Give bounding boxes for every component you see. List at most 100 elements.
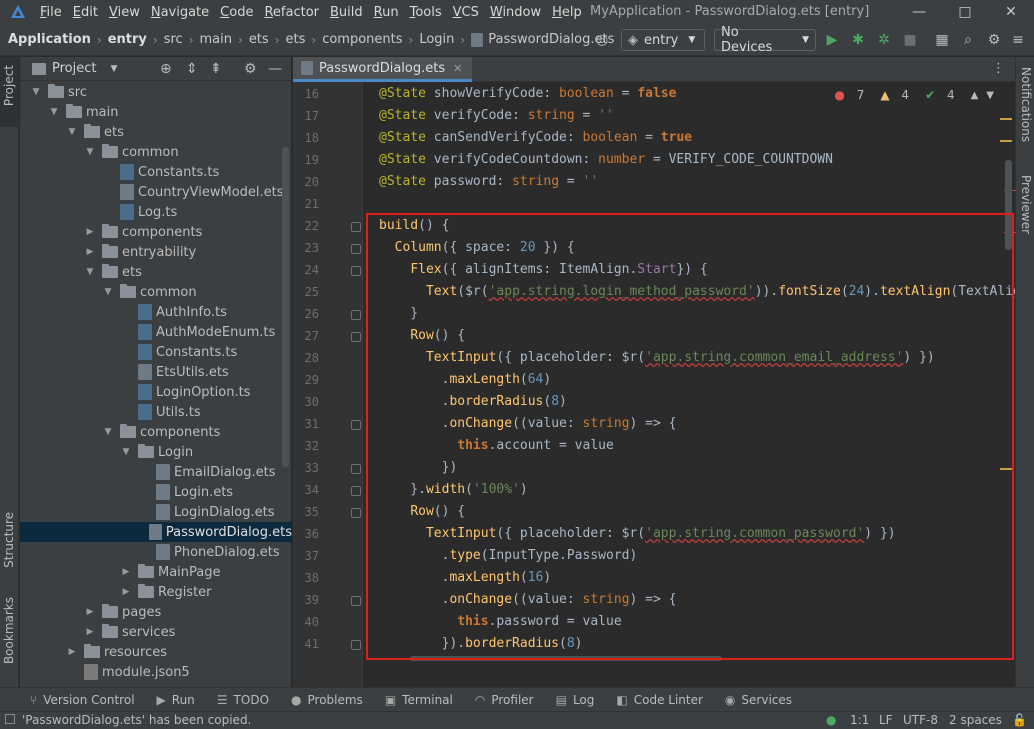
tree-folder[interactable]: ▼ ets [20, 122, 292, 142]
device-select[interactable]: No Devices ▼ [714, 25, 816, 55]
tree-file[interactable]: Login.ets [20, 482, 292, 502]
expand-all-icon[interactable]: ⇕ [186, 61, 198, 77]
menu-tools[interactable]: Tools [410, 5, 442, 20]
tree-folder[interactable]: ▼ Login [20, 442, 292, 462]
fold-toggle-icon[interactable] [351, 640, 361, 650]
chevron-right-icon[interactable]: ▶ [84, 247, 96, 257]
tree-folder[interactable]: ▼ main [20, 102, 292, 122]
code-line[interactable]: @State showVerifyCode: boolean = false [379, 83, 676, 105]
search-icon[interactable]: ⌕ [960, 32, 976, 48]
chevron-down-icon[interactable]: ▼ [48, 107, 60, 117]
tree-file[interactable]: CountryViewModel.ets [20, 182, 292, 202]
menu-run[interactable]: Run [374, 5, 399, 20]
tree-file[interactable]: LoginOption.ts [20, 382, 292, 402]
tree-file[interactable]: Constants.ts [20, 162, 292, 182]
code-line[interactable]: @State verifyCode: string = '' [379, 105, 614, 127]
chevron-down-icon[interactable]: ▼ [986, 90, 994, 101]
tree-file[interactable]: LoginDialog.ets [20, 502, 292, 522]
chevron-down-icon[interactable]: ▼ [84, 267, 96, 277]
tree-folder[interactable]: ▼ components [20, 422, 292, 442]
hamburger-icon[interactable]: ≡ [1010, 32, 1026, 48]
chevron-down-icon[interactable]: ▼ [110, 64, 117, 74]
fold-toggle-icon[interactable] [351, 332, 361, 342]
chevron-down-icon[interactable]: ▼ [30, 87, 42, 97]
tree-scrollbar[interactable] [282, 147, 289, 467]
tree-folder[interactable]: ▶ pages [20, 602, 292, 622]
gear-icon[interactable]: ⚙ [244, 61, 257, 77]
tool-window-terminal[interactable]: ▣ Terminal [385, 693, 453, 707]
tool-window-problems[interactable]: ● Problems [291, 693, 363, 707]
menu-view[interactable]: View [109, 5, 140, 20]
tool-window-services[interactable]: ◉ Services [725, 693, 792, 707]
code-line[interactable]: @State verifyCodeCountdown: number = VER… [379, 149, 833, 171]
tree-file[interactable]: EtsUtils.ets [20, 362, 292, 382]
tree-file[interactable]: module.json5 [20, 662, 292, 682]
tree-file[interactable]: Constants.ts [20, 342, 292, 362]
bookmarks-tool-tab[interactable]: Bookmarks [2, 597, 16, 664]
fold-toggle-icon[interactable] [351, 596, 361, 606]
chevron-up-icon[interactable]: ▲ [971, 90, 979, 101]
menu-code[interactable]: Code [220, 5, 253, 20]
breadcrumb-item[interactable]: src [164, 32, 183, 47]
tree-folder[interactable]: ▼ src [20, 82, 292, 102]
tool-window-code-linter[interactable]: ◧ Code Linter [616, 693, 703, 707]
chevron-right-icon[interactable]: ▶ [84, 607, 96, 617]
tree-folder[interactable]: ▼ common [20, 282, 292, 302]
tab-password-dialog[interactable]: PasswordDialog.ets ✕ [293, 57, 473, 82]
minimize-icon[interactable]: — [896, 0, 942, 24]
breadcrumb-item[interactable]: Application [8, 32, 91, 47]
fold-toggle-icon[interactable] [351, 508, 361, 518]
breadcrumb-item[interactable]: ets [249, 32, 269, 47]
status-panel-icon[interactable] [5, 714, 15, 724]
tree-file[interactable]: PasswordDialog.ets [20, 522, 292, 542]
menu-refactor[interactable]: Refactor [264, 5, 319, 20]
chevron-down-icon[interactable]: ▼ [102, 287, 114, 297]
cursor-position[interactable]: 1:1 [850, 713, 869, 727]
locate-icon[interactable]: ⊕ [160, 61, 172, 77]
stop-icon[interactable]: ■ [902, 32, 918, 48]
menu-file[interactable]: File [40, 5, 62, 20]
chevron-right-icon[interactable]: ▶ [120, 587, 132, 597]
maximize-icon[interactable]: □ [942, 0, 988, 24]
tool-window-version-control[interactable]: ⑂ Version Control [30, 693, 135, 707]
fold-toggle-icon[interactable] [351, 464, 361, 474]
code-line[interactable]: @State canSendVerifyCode: boolean = true [379, 127, 692, 149]
close-tab-icon[interactable]: ✕ [453, 62, 462, 75]
tree-folder[interactable]: ▶ services [20, 622, 292, 642]
tree-file[interactable]: EmailDialog.ets [20, 462, 292, 482]
chevron-down-icon[interactable]: ▼ [84, 147, 96, 157]
tree-folder[interactable]: ▼ ets [20, 262, 292, 282]
warning-marker[interactable] [1000, 140, 1012, 142]
code-line[interactable]: @State password: string = '' [379, 171, 598, 193]
tool-window-run[interactable]: ▶ Run [157, 693, 195, 707]
breadcrumb-item[interactable]: Login [419, 32, 454, 47]
tool-window-log[interactable]: ▤ Log [556, 693, 595, 707]
status-ok-icon[interactable]: ● [826, 713, 836, 727]
fold-toggle-icon[interactable] [351, 310, 361, 320]
notifications-tool-tab[interactable]: Notifications [1019, 67, 1033, 142]
indent-setting[interactable]: 2 spaces [949, 713, 1002, 727]
project-tool-tab[interactable]: Project [2, 65, 16, 106]
collapse-all-icon[interactable]: ⇞ [210, 61, 222, 77]
menu-window[interactable]: Window [490, 5, 541, 20]
fold-toggle-icon[interactable] [351, 222, 361, 232]
menu-navigate[interactable]: Navigate [151, 5, 209, 20]
tree-file[interactable]: Log.ts [20, 202, 292, 222]
fold-toggle-icon[interactable] [351, 486, 361, 496]
tool-window-todo[interactable]: ☰ TODO [217, 693, 269, 707]
menu-edit[interactable]: Edit [73, 5, 98, 20]
menu-help[interactable]: Help [552, 5, 582, 20]
chevron-down-icon[interactable]: ▼ [102, 427, 114, 437]
tree-folder[interactable]: ▶ MainPage [20, 562, 292, 582]
warning-marker[interactable] [1000, 118, 1012, 120]
run-config-select[interactable]: ◈ entry ▼ [621, 29, 705, 51]
tree-file[interactable]: PhoneDialog.ets [20, 542, 292, 562]
tree-folder[interactable]: ▶ Register [20, 582, 292, 602]
menu-vcs[interactable]: VCS [453, 5, 479, 20]
breadcrumb-item[interactable]: components [322, 32, 402, 47]
run-icon[interactable]: ▶ [824, 32, 840, 48]
tree-folder[interactable]: ▼ common [20, 142, 292, 162]
tree-folder[interactable]: ▶ entryability [20, 242, 292, 262]
attach-debugger-icon[interactable]: ✲ [876, 32, 892, 48]
inspection-widget[interactable]: ● 7 ▲ 4 ✔ 4 ▲ ▼ [834, 88, 1002, 102]
